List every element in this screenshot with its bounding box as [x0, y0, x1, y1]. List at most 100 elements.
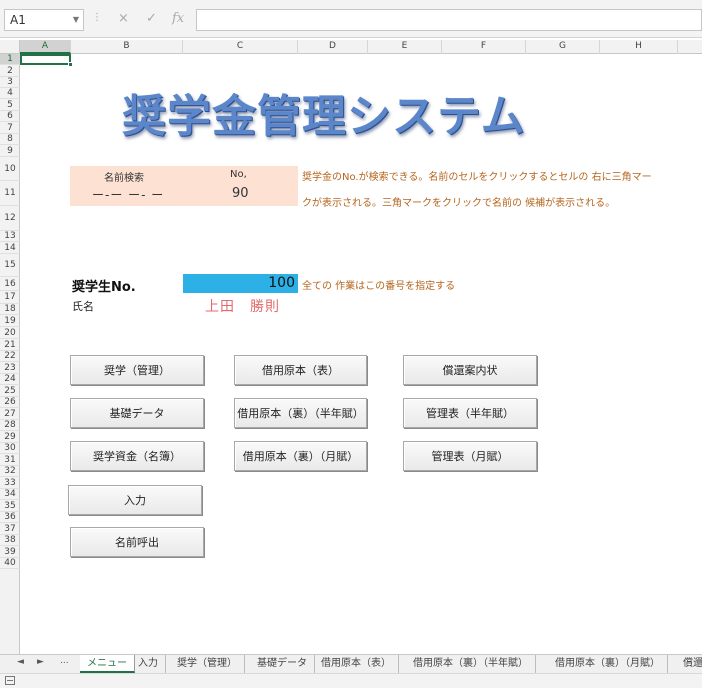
more-tabs-icon[interactable]: ...	[60, 656, 69, 666]
worksheet-grid[interactable]	[20, 54, 702, 654]
sheet-tab-bar: ◄ ► ... メニュー 入力 奨学（管理） 基礎データ 借用原本（表） 借用原…	[0, 654, 702, 673]
row-header-17[interactable]: 17	[0, 291, 20, 304]
row-header-38[interactable]: 38	[0, 535, 20, 546]
row-header-33[interactable]: 33	[0, 477, 20, 489]
sheet-title: 奨学金管理システム	[122, 91, 526, 142]
grip-icon: ⋮	[92, 12, 102, 23]
row-header-37[interactable]: 37	[0, 523, 20, 535]
column-header-b[interactable]: B	[71, 40, 183, 54]
tab-scholarship-management[interactable]: 奨学（管理）	[170, 655, 245, 673]
row-header-39[interactable]: 39	[0, 546, 20, 558]
tab-scroll-left-icon[interactable]: ◄	[17, 657, 24, 667]
row-header-2[interactable]: 2	[0, 65, 20, 77]
name-label: 氏名	[72, 300, 94, 313]
row-header-29[interactable]: 29	[0, 431, 20, 443]
row-header-30[interactable]: 30	[0, 443, 20, 454]
row-header-8[interactable]: 8	[0, 134, 20, 145]
tab-basic-data[interactable]: 基礎データ	[250, 655, 315, 673]
row-header-1[interactable]: 1	[0, 54, 20, 65]
repayment-notice-button[interactable]: 償還案内状	[403, 355, 537, 385]
active-cell-a1[interactable]	[20, 54, 73, 67]
row-header-28[interactable]: 28	[0, 420, 20, 431]
fill-handle[interactable]	[68, 62, 73, 67]
tab-loan-original-back-monthly[interactable]: 借用原本（裏）（月賦）	[548, 655, 668, 673]
row-header-25[interactable]: 25	[0, 385, 20, 397]
loan-original-back-semiannual-button[interactable]: 借用原本（裏）（半年賦）	[234, 398, 367, 428]
student-number-value: 100	[268, 275, 295, 291]
cancel-icon[interactable]: ×	[118, 11, 129, 26]
row-header-10[interactable]: 10	[0, 157, 20, 181]
row-header-11[interactable]: 11	[0, 181, 20, 206]
row-header-32[interactable]: 32	[0, 466, 20, 477]
scholarship-fund-roster-button[interactable]: 奨学資金（名簿）	[70, 441, 204, 471]
row-header-18[interactable]: 18	[0, 304, 20, 315]
student-number-label: 奨学生No.	[72, 280, 136, 295]
column-header-g[interactable]: G	[526, 40, 600, 54]
row-header-19[interactable]: 19	[0, 315, 20, 327]
row-header-22[interactable]: 22	[0, 351, 20, 362]
enter-icon[interactable]: ✓	[146, 11, 157, 26]
row-header-23[interactable]: 23	[0, 362, 20, 374]
row-header-21[interactable]: 21	[0, 339, 20, 351]
row-header-13[interactable]: 13	[0, 231, 20, 242]
row-header-36[interactable]: 36	[0, 512, 20, 523]
tab-loan-original-front[interactable]: 借用原本（表）	[314, 655, 399, 673]
row-header-31[interactable]: 31	[0, 454, 20, 466]
row-header-40[interactable]: 40	[0, 558, 20, 569]
status-bar	[0, 673, 702, 688]
row-header-14[interactable]: 14	[0, 242, 20, 254]
management-table-monthly-button[interactable]: 管理表（月賦）	[403, 441, 537, 471]
row-header-20[interactable]: 20	[0, 327, 20, 339]
management-table-semiannual-button[interactable]: 管理表（半年賦）	[403, 398, 537, 428]
column-header-a[interactable]: A	[20, 40, 71, 54]
row-header-34[interactable]: 34	[0, 489, 20, 500]
student-number-cell[interactable]: 100	[183, 274, 298, 293]
row-header-3[interactable]: 3	[0, 77, 20, 88]
row-header-12[interactable]: 12	[0, 206, 20, 231]
tab-scroll-right-icon[interactable]: ►	[37, 657, 44, 667]
column-header-f[interactable]: F	[442, 40, 526, 54]
search-hint-line-2: クが表示される。三角マークをクリックで名前の 候補が表示される。	[302, 198, 616, 209]
column-header-h[interactable]: H	[600, 40, 678, 54]
tab-menu[interactable]: メニュー	[80, 655, 135, 673]
column-header-e[interactable]: E	[368, 40, 442, 54]
tab-input[interactable]: 入力	[131, 655, 166, 673]
row-header-26[interactable]: 26	[0, 397, 20, 408]
row-header-15[interactable]: 15	[0, 254, 20, 277]
student-name-value: 上田 勝則	[205, 299, 280, 315]
name-box[interactable]: A1 ▼	[4, 9, 84, 31]
tab-repayment[interactable]: 償還	[676, 655, 702, 673]
insert-function-icon[interactable]: fx	[172, 11, 184, 26]
column-headers: A B C D E F G H	[0, 40, 702, 54]
row-header-7[interactable]: 7	[0, 122, 20, 134]
column-header-d[interactable]: D	[298, 40, 368, 54]
search-number-value[interactable]: 90	[232, 186, 249, 201]
row-header-16[interactable]: 16	[0, 277, 20, 291]
row-header-24[interactable]: 24	[0, 374, 20, 385]
column-header-c[interactable]: C	[183, 40, 298, 54]
student-number-hint: 全ての 作業はこの番号を指定する	[302, 281, 456, 292]
row-headers: 1 2 3 4 5 6 7 8 9 10 11 12 13 14 15 16 1…	[0, 54, 20, 654]
chevron-down-icon[interactable]: ▼	[73, 10, 79, 30]
loan-original-back-monthly-button[interactable]: 借用原本（裏）（月賦）	[234, 441, 367, 471]
scholarship-management-button[interactable]: 奨学（管理）	[70, 355, 204, 385]
sheet-status-icon	[5, 676, 15, 685]
basic-data-button[interactable]: 基礎データ	[70, 398, 204, 428]
column-header-i[interactable]	[678, 40, 702, 54]
number-label: No,	[230, 169, 247, 180]
tab-loan-original-back-semiannual[interactable]: 借用原本（裏）（半年賦）	[406, 655, 536, 673]
loan-original-front-button[interactable]: 借用原本（表）	[234, 355, 367, 385]
name-search-panel: 名前検索 No, ー‐ー ー‐ ー 90	[70, 166, 298, 206]
formula-input[interactable]	[196, 9, 702, 31]
row-header-35[interactable]: 35	[0, 500, 20, 512]
row-header-5[interactable]: 5	[0, 99, 20, 111]
input-button[interactable]: 入力	[68, 485, 202, 515]
row-header-6[interactable]: 6	[0, 111, 20, 122]
row-header-9[interactable]: 9	[0, 145, 20, 157]
select-all-corner[interactable]	[0, 40, 20, 54]
name-search-field[interactable]: ー‐ー ー‐ ー	[92, 186, 164, 203]
row-header-4[interactable]: 4	[0, 88, 20, 99]
formula-bar: A1 ▼ ⋮ × ✓ fx	[0, 0, 702, 38]
row-header-27[interactable]: 27	[0, 408, 20, 420]
name-recall-button[interactable]: 名前呼出	[70, 527, 204, 557]
